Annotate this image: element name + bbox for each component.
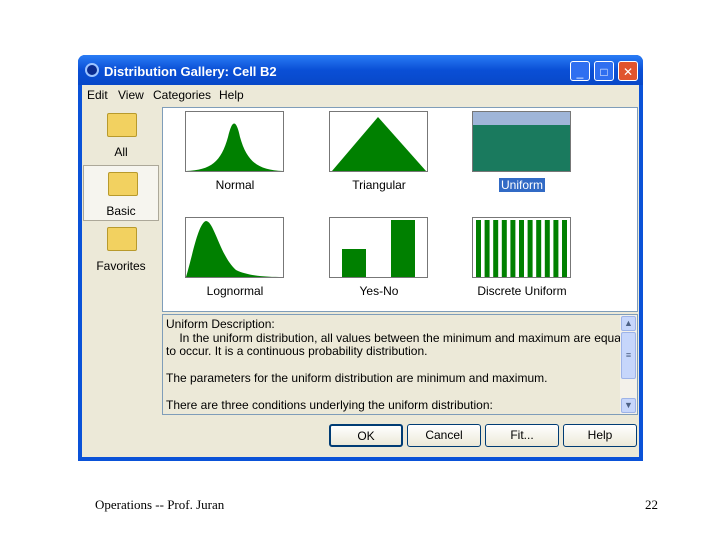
thumb-uniform[interactable] bbox=[472, 111, 571, 172]
category-label: All bbox=[114, 145, 128, 159]
label-uniform[interactable]: Uniform bbox=[452, 178, 592, 192]
close-button[interactable]: ✕ bbox=[618, 61, 638, 81]
category-label: Favorites bbox=[96, 259, 146, 273]
thumb-yes-no[interactable] bbox=[329, 217, 428, 278]
scrollbar[interactable]: ▲ ≡ ▼ bbox=[620, 315, 637, 414]
description-line: The parameters for the uniform distribut… bbox=[166, 371, 548, 385]
description-line: to occur. It is a continuous probability… bbox=[166, 344, 428, 358]
description-text: Uniform Description: In the uniform dist… bbox=[166, 317, 638, 414]
description-line bbox=[166, 386, 616, 400]
discrete-bar bbox=[484, 220, 490, 277]
yesno-shape bbox=[342, 220, 415, 277]
discrete-bar bbox=[536, 220, 542, 277]
description-line: 1) The minimum value is fixed. bbox=[166, 412, 616, 414]
label-normal[interactable]: Normal bbox=[165, 178, 305, 192]
distribution-gallery: Normal Triangular Uniform Lognormal Yes-… bbox=[162, 107, 638, 312]
menu-categories[interactable]: Categories bbox=[153, 88, 211, 102]
description-box[interactable]: Uniform Description: In the uniform dist… bbox=[162, 314, 638, 415]
discrete-bar bbox=[544, 220, 550, 277]
scroll-thumb[interactable]: ≡ bbox=[621, 332, 636, 379]
discrete-bar bbox=[562, 220, 567, 277]
scroll-down-icon[interactable]: ▼ bbox=[621, 398, 636, 413]
discrete-bar bbox=[493, 220, 499, 277]
discrete-bar bbox=[553, 220, 559, 277]
menu-help[interactable]: Help bbox=[219, 88, 244, 102]
scroll-up-icon[interactable]: ▲ bbox=[621, 316, 636, 331]
folder-star-icon bbox=[107, 227, 137, 251]
ok-button[interactable]: OK bbox=[329, 424, 403, 447]
discrete-shape bbox=[476, 220, 567, 277]
folder-icon bbox=[107, 113, 137, 137]
menu-view[interactable]: View bbox=[118, 88, 144, 102]
discrete-bar bbox=[501, 220, 507, 277]
window-title: Distribution Gallery: Cell B2 bbox=[104, 64, 277, 79]
category-basic[interactable]: Basic bbox=[83, 165, 159, 221]
discrete-bar bbox=[476, 220, 481, 277]
lognormal-shape bbox=[186, 221, 283, 277]
app-logo-icon bbox=[85, 63, 99, 77]
title-bar[interactable]: Distribution Gallery: Cell B2 _ □ ✕ bbox=[78, 55, 643, 85]
category-label: Basic bbox=[106, 204, 136, 218]
discrete-bar bbox=[510, 220, 516, 277]
normal-shape bbox=[186, 123, 283, 171]
thumb-lognormal[interactable] bbox=[185, 217, 284, 278]
help-button[interactable]: Help bbox=[563, 424, 637, 447]
footer-text: Operations -- Prof. Juran bbox=[95, 497, 225, 512]
category-panel: All Basic Favorites bbox=[82, 107, 160, 407]
category-favorites[interactable]: Favorites bbox=[83, 221, 159, 277]
discrete-bar bbox=[527, 220, 533, 277]
label-triangular[interactable]: Triangular bbox=[309, 178, 449, 192]
description-line: Uniform Description: bbox=[166, 317, 275, 331]
thumb-triangular[interactable] bbox=[329, 111, 428, 172]
thumb-normal[interactable] bbox=[185, 111, 284, 172]
triangular-shape bbox=[332, 117, 426, 171]
fit-button[interactable]: Fit... bbox=[485, 424, 559, 447]
minimize-button[interactable]: _ bbox=[570, 61, 590, 81]
label-lognormal[interactable]: Lognormal bbox=[165, 284, 305, 298]
folder-icon bbox=[108, 172, 138, 196]
discrete-bar bbox=[519, 220, 524, 277]
page-number: 22 bbox=[645, 497, 658, 512]
uniform-shape bbox=[473, 112, 570, 171]
category-all[interactable]: All bbox=[83, 107, 159, 163]
description-line: There are three conditions underlying th… bbox=[166, 398, 493, 412]
thumb-discrete-uniform[interactable] bbox=[472, 217, 571, 278]
description-line: In the uniform distribution, all values … bbox=[166, 330, 638, 345]
distribution-gallery-window: Distribution Gallery: Cell B2 _ □ ✕ Edit… bbox=[78, 55, 643, 461]
label-yes-no[interactable]: Yes-No bbox=[309, 284, 449, 298]
maximize-button[interactable]: □ bbox=[594, 61, 614, 81]
menu-edit[interactable]: Edit bbox=[87, 88, 108, 102]
description-line bbox=[166, 359, 616, 373]
label-discrete-uniform[interactable]: Discrete Uniform bbox=[452, 284, 592, 298]
cancel-button[interactable]: Cancel bbox=[407, 424, 481, 447]
